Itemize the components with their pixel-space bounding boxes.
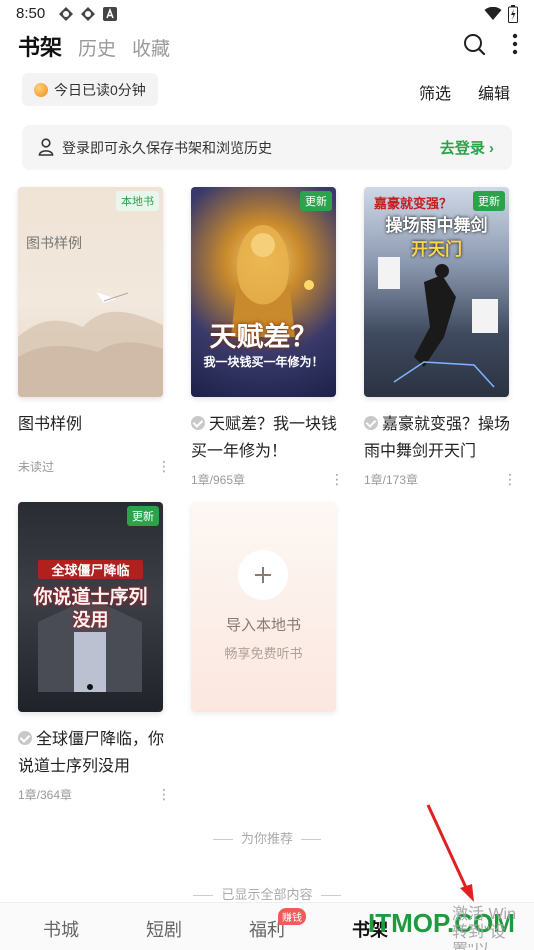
book-cover[interactable]: 更新 嘉豪就变强？ 操场雨中舞剑 开天门 (364, 187, 509, 397)
status-bar: 8:50 (0, 0, 534, 28)
all-shown-label: 已显示全部内容 (221, 887, 313, 902)
cover-top-text: 全球僵尸降临 (38, 560, 143, 579)
battery-icon (508, 5, 518, 23)
book-cover[interactable]: 更新 全球僵尸降临 你说道士序列 没用 (18, 502, 163, 712)
tab-history[interactable]: 历史 (78, 34, 116, 61)
book-meta-row: 1章/364章 ⋮ (18, 786, 171, 806)
read-check-icon (191, 416, 205, 430)
book-cover[interactable]: 本地书 图书样例 (18, 187, 163, 397)
book-cover[interactable]: 更新 天赋差？ 我一块钱买一年修为！ (191, 187, 336, 397)
book-item[interactable]: 更新 天赋差？ 我一块钱买一年修为！ 天赋差？我一块钱买一年修为！ 1章/965… (191, 187, 344, 491)
cover-title: 你说道士序列 (33, 586, 148, 608)
top-tabs: 书架 历史 收藏 (18, 30, 170, 62)
go-login-label: 去登录 (439, 140, 485, 157)
book-title-text: 图书样例 (18, 416, 83, 433)
book-title-text: 嘉豪就变强？操场雨中舞剑开天门 (364, 416, 511, 460)
book-progress: 1章/173章 (364, 473, 419, 487)
cover-subtitle: 没用 (72, 610, 109, 631)
nav-short-drama[interactable]: 短剧 (146, 916, 182, 942)
import-local-book-card[interactable]: 导入本地书 畅享免费听书 (191, 502, 336, 712)
cover-title: 天赋差？ (209, 322, 318, 353)
cover-title: 操场雨中舞剑 (385, 216, 488, 236)
win-activate-line: 激活 Win (452, 906, 517, 923)
login-banner[interactable]: 登录即可永久保存书架和浏览历史 去登录 › (22, 125, 512, 170)
recommend-divider: 为你推荐 (0, 828, 534, 847)
book-progress: 1章/965章 (191, 473, 246, 487)
update-badge: 更新 (127, 506, 159, 526)
cover-subtitle: 我一块钱买一年修为！ (203, 355, 324, 369)
book-title: 天赋差？我一块钱买一年修为！ (191, 411, 341, 465)
search-icon[interactable] (462, 32, 486, 56)
book-meta-row: 1章/173章 ⋮ (364, 471, 517, 491)
edit-button[interactable]: 编辑 (478, 80, 510, 104)
book-item[interactable]: 本地书 图书样例 图书样例 未读过 ⋮ (18, 187, 171, 478)
book-progress: 未读过 (18, 460, 55, 474)
earn-badge: 赚钱 (278, 908, 306, 925)
cover-title: 图书样例 (26, 235, 82, 251)
book-item[interactable]: 更新 全球僵尸降临 你说道士序列 没用 全球僵尸降临，你说道士序列没用 1章/3… (18, 502, 171, 806)
coin-icon (34, 82, 48, 97)
book-title: 嘉豪就变强？操场雨中舞剑开天门 (364, 411, 514, 465)
import-title: 导入本地书 (225, 617, 301, 634)
cover-top-text: 嘉豪就变强？ (374, 197, 453, 212)
more-options-icon[interactable]: ⋮ (503, 471, 517, 488)
read-check-icon (18, 731, 32, 745)
book-title: 图书样例 (18, 411, 168, 438)
book-item[interactable]: 更新 嘉豪就变强？ 操场雨中舞剑 开天门 嘉豪就变强？操场雨中舞剑开天门 1章/… (364, 187, 517, 491)
today-reading-label: 今日已读0分钟 (54, 81, 146, 98)
login-message: 登录即可永久保存书架和浏览历史 (62, 140, 272, 156)
top-actions (462, 32, 518, 56)
wifi-icon (484, 7, 502, 20)
more-options-icon[interactable]: ⋮ (330, 471, 344, 488)
book-title-text: 全球僵尸降临，你说道士序列没用 (18, 731, 165, 775)
all-shown-divider: 已显示全部内容 (0, 884, 534, 903)
user-icon (38, 138, 54, 156)
add-icon (238, 550, 288, 600)
more-options-icon[interactable]: ⋮ (157, 458, 171, 475)
more-options-icon[interactable]: ⋮ (157, 786, 171, 803)
more-vertical-icon[interactable] (512, 32, 518, 56)
status-indicators (484, 5, 518, 23)
a-notification-icon (103, 7, 117, 21)
status-time: 8:50 (16, 5, 46, 22)
cover-subtitle: 开天门 (411, 240, 462, 260)
nav-bookstore[interactable]: 书城 (43, 916, 79, 942)
book-progress: 1章/364章 (18, 788, 73, 802)
go-login-link[interactable]: 去登录 › (440, 137, 494, 158)
today-reading-time[interactable]: 今日已读0分钟 (22, 73, 158, 106)
read-check-icon (364, 416, 378, 430)
mountain-landscape-illustration (18, 292, 163, 397)
shelf-actions: 筛选 编辑 (419, 80, 510, 104)
app-notification-icon (81, 7, 95, 21)
filter-button[interactable]: 筛选 (419, 80, 451, 104)
notification-icons (58, 6, 118, 22)
app-notification-icon (59, 7, 73, 21)
book-title: 全球僵尸降临，你说道士序列没用 (18, 726, 168, 780)
import-subtitle: 畅享免费听书 (224, 646, 303, 661)
book-meta-row: 未读过 ⋮ (18, 458, 171, 478)
recommend-label: 为你推荐 (240, 831, 293, 846)
tab-bookshelf[interactable]: 书架 (18, 30, 62, 62)
windows-activation-text: 激活 Win 转到"设置"以 (452, 906, 534, 950)
update-badge: 更新 (300, 191, 332, 211)
book-meta-row: 1章/965章 ⋮ (191, 471, 344, 491)
book-title-text: 天赋差？我一块钱买一年修为！ (191, 416, 338, 460)
win-settings-line: 转到"设置"以 (452, 924, 506, 950)
tab-favorites[interactable]: 收藏 (132, 34, 170, 61)
local-book-badge: 本地书 (116, 191, 159, 211)
